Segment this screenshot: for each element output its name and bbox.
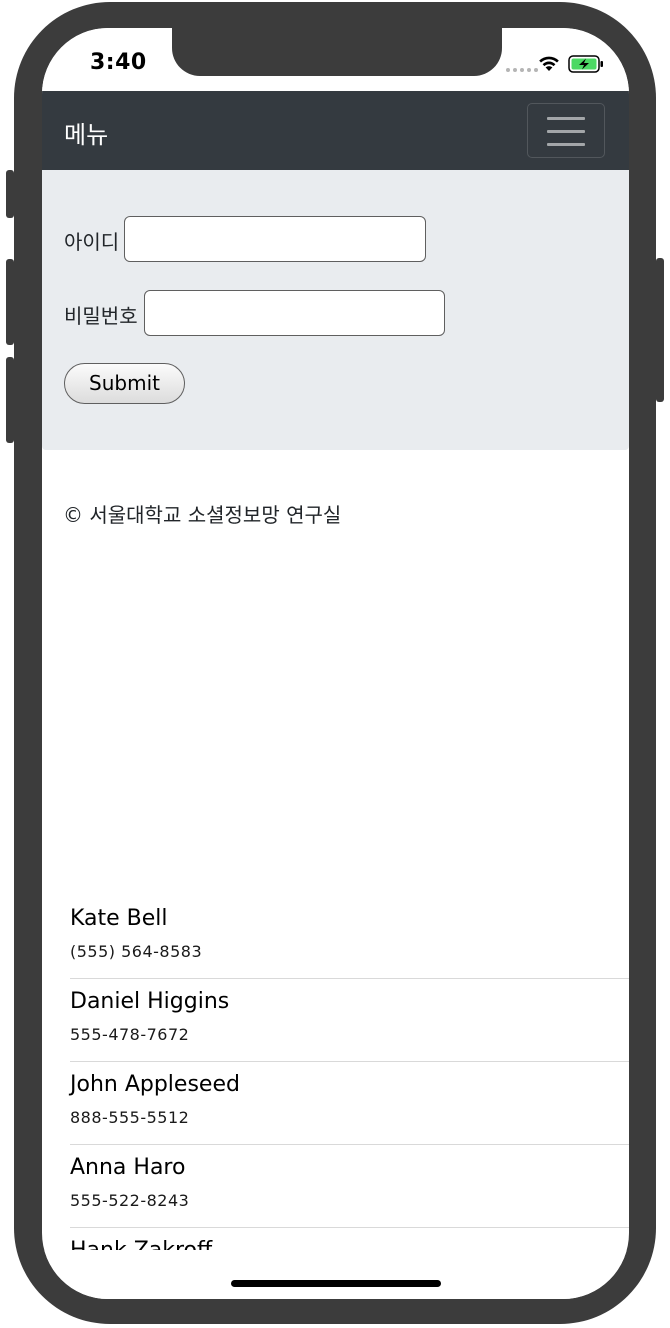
id-input[interactable] <box>124 216 426 262</box>
volume-down-button <box>6 357 14 443</box>
wifi-icon <box>539 56 559 71</box>
password-input[interactable] <box>144 290 445 336</box>
contact-phone: 888-555-5512 <box>70 1108 190 1127</box>
submit-button[interactable]: Submit <box>64 363 185 404</box>
navbar-brand[interactable]: 메뉴 <box>64 115 108 150</box>
contact-list: Kate Bell (555) 564-8583 Daniel Higgins … <box>42 896 629 1299</box>
cellular-signal-icon <box>506 68 538 72</box>
contact-phone: 555-522-8243 <box>70 1191 190 1210</box>
hamburger-menu-icon <box>547 117 585 120</box>
contact-name: Daniel Higgins <box>70 989 230 1014</box>
power-button <box>656 258 664 402</box>
navbar-toggler-button[interactable] <box>527 103 605 158</box>
contact-name: Kate Bell <box>70 906 168 931</box>
top-navbar: 메뉴 <box>42 91 629 170</box>
id-label: 아이디 <box>64 230 120 254</box>
password-label: 비밀번호 <box>64 304 138 328</box>
login-form: 아이디 비밀번호 Submit <box>42 170 629 450</box>
copyright-text: © 서울대학교 소셜정보망 연구실 <box>63 503 342 527</box>
contact-list-item[interactable]: John Appleseed 888-555-5512 <box>70 1062 629 1145</box>
home-indicator[interactable] <box>231 1280 441 1287</box>
mute-switch <box>6 170 14 218</box>
contact-list-item[interactable]: Anna Haro 555-522-8243 <box>70 1145 629 1228</box>
display-notch <box>172 28 502 76</box>
status-time: 3:40 <box>90 50 147 75</box>
contact-list-item[interactable]: Daniel Higgins 555-478-7672 <box>70 979 629 1062</box>
contact-phone: 555-478-7672 <box>70 1025 190 1044</box>
phone-screen: 3:40 메뉴 아이디 비밀번호 Submit © 서울대학교 소셜정보망 연구… <box>42 28 629 1299</box>
contact-phone: (555) 564-8583 <box>70 942 203 961</box>
home-indicator-area <box>42 1250 629 1299</box>
battery-charging-icon <box>568 55 603 73</box>
contact-name: Anna Haro <box>70 1155 186 1180</box>
volume-up-button <box>6 259 14 345</box>
contact-name: John Appleseed <box>70 1072 240 1097</box>
contact-list-item[interactable]: Kate Bell (555) 564-8583 <box>70 896 629 979</box>
